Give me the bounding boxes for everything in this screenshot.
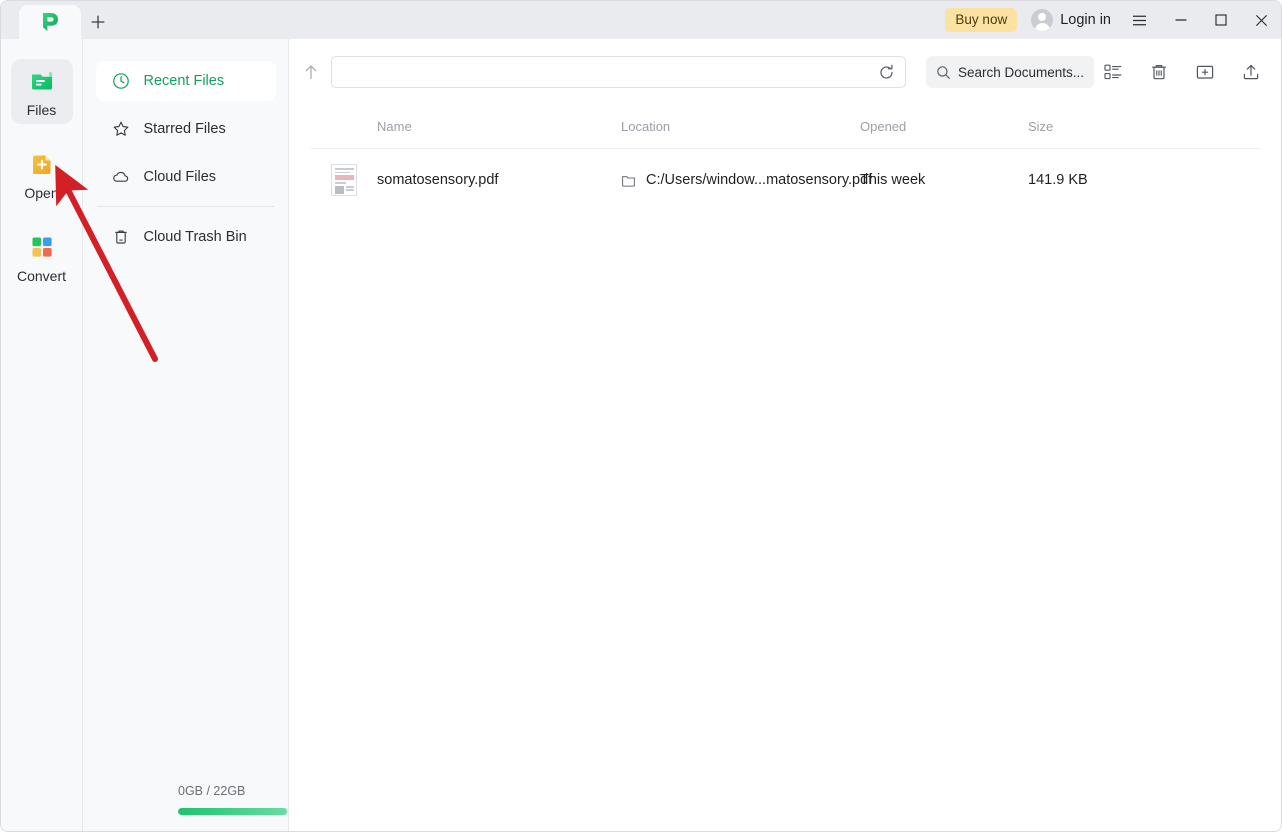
files-folder-icon <box>28 67 56 95</box>
nav-item-recent-files[interactable]: Recent Files <box>95 61 276 101</box>
nav-item-label: Starred Files <box>143 121 226 137</box>
nav-divider <box>96 206 275 207</box>
maximize-icon[interactable] <box>1201 1 1241 39</box>
sidebar-item-convert[interactable]: Convert <box>11 225 73 290</box>
main-content: Name Location Opened Size somatosensory.… <box>289 39 1281 831</box>
cell-name: somatosensory.pdf <box>311 164 621 196</box>
buy-now-button[interactable]: Buy now <box>945 8 1018 32</box>
nav-item-label: Cloud Trash Bin <box>143 229 247 245</box>
nav-item-label: Recent Files <box>143 73 225 89</box>
pdfelement-logo-icon <box>38 10 62 34</box>
browser-tab[interactable] <box>19 5 81 39</box>
trash-icon <box>112 228 131 247</box>
pdf-thumbnail-icon <box>331 164 357 196</box>
sidebar-item-label: Files <box>26 102 57 118</box>
column-header-opened[interactable]: Opened <box>860 119 1028 134</box>
hamburger-menu-icon[interactable] <box>1123 1 1155 39</box>
refresh-icon[interactable] <box>878 64 895 81</box>
user-avatar-icon[interactable] <box>1031 9 1054 31</box>
star-icon <box>112 120 131 139</box>
table-row[interactable]: somatosensory.pdf C:/Users/window...mato… <box>311 149 1261 211</box>
clock-icon <box>112 72 131 91</box>
toolbar <box>289 39 1281 105</box>
sidebar-item-files[interactable]: Files <box>10 59 73 124</box>
close-icon[interactable] <box>1241 1 1281 39</box>
sidebar-item-label: Open <box>24 185 59 201</box>
sidebar-item-label: Convert <box>16 268 67 284</box>
app-window: Buy now Login in Files Open Convert Rece… <box>0 0 1282 832</box>
files-table: Name Location Opened Size somatosensory.… <box>289 105 1281 211</box>
nav-panel: Recent Files Starred Files Cloud Files C… <box>83 39 359 831</box>
open-file-plus-icon <box>28 150 56 178</box>
cell-location: C:/Users/window...matosensory.pdf <box>621 172 872 188</box>
search-icon <box>936 65 951 80</box>
nav-item-label: Cloud Files <box>143 169 217 185</box>
plus-icon <box>90 14 106 30</box>
column-header-size[interactable]: Size <box>1028 119 1168 134</box>
table-header: Name Location Opened Size <box>311 105 1261 149</box>
nav-item-cloud-files[interactable]: Cloud Files <box>96 157 276 197</box>
upload-icon[interactable] <box>1239 60 1263 84</box>
folder-icon <box>621 173 636 188</box>
title-bar-right: Buy now Login in <box>945 1 1281 39</box>
trash-icon[interactable] <box>1147 60 1171 84</box>
file-location-label: C:/Users/window...matosensory.pdf <box>646 172 873 188</box>
title-bar: Buy now Login in <box>1 1 1281 39</box>
cloud-icon <box>112 168 131 187</box>
search-input[interactable] <box>958 64 1084 80</box>
nav-item-starred-files[interactable]: Starred Files <box>96 109 276 149</box>
column-header-location[interactable]: Location <box>621 119 860 134</box>
toolbar-actions <box>1101 60 1269 84</box>
left-rail: Files Open Convert <box>1 39 83 831</box>
arrow-up-icon[interactable] <box>297 58 325 86</box>
new-folder-icon[interactable] <box>1193 60 1217 84</box>
cell-opened: This week <box>860 172 926 188</box>
login-button[interactable]: Login in <box>1060 12 1111 28</box>
new-tab-button[interactable] <box>81 5 115 39</box>
convert-grid-icon <box>28 233 56 261</box>
list-view-icon[interactable] <box>1101 60 1125 84</box>
search-box[interactable] <box>926 56 1094 88</box>
sidebar-item-open[interactable]: Open <box>11 142 73 207</box>
address-bar[interactable] <box>331 56 906 88</box>
file-name-label: somatosensory.pdf <box>377 172 499 188</box>
nav-item-cloud-trash-bin[interactable]: Cloud Trash Bin <box>96 217 276 257</box>
address-input[interactable] <box>344 64 878 80</box>
column-header-name[interactable]: Name <box>311 119 621 134</box>
minimize-icon[interactable] <box>1161 1 1201 39</box>
cell-size: 141.9 KB <box>1028 172 1088 188</box>
storage-progress-fill <box>178 808 287 815</box>
